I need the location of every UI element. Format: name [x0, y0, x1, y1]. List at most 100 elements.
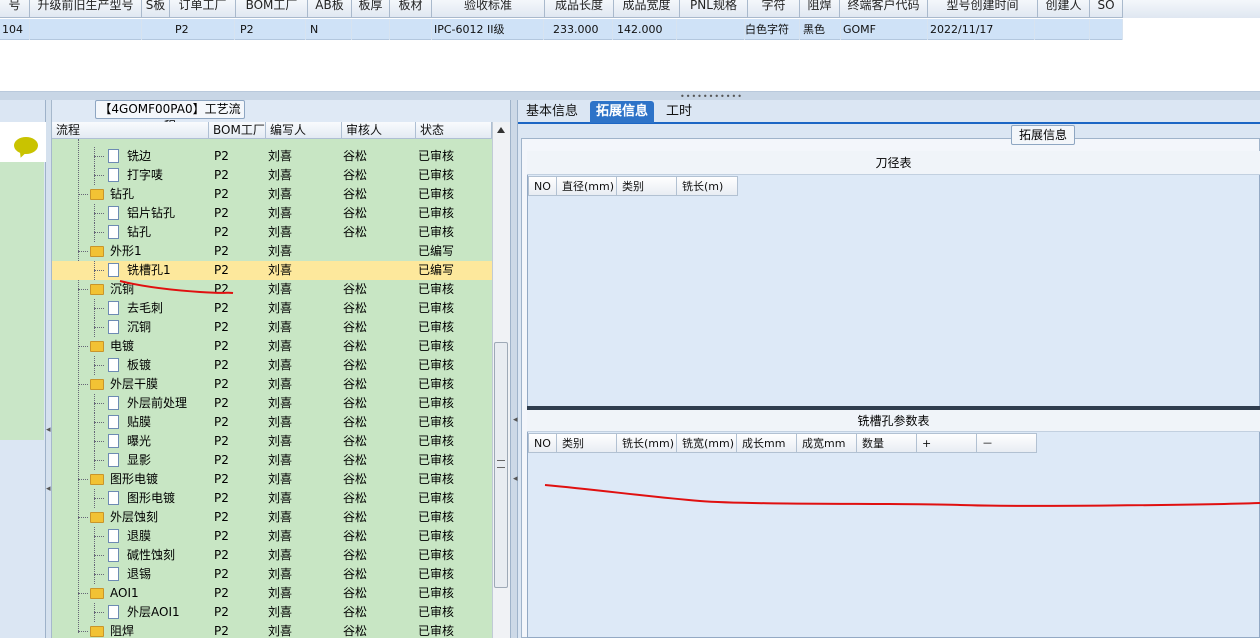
process-tree[interactable]: 铣边 P2 刘喜 谷松 已审核 打字唛 P2 刘喜 谷松 已审核 钻孔 P2 刘喜 谷松 已审核 铝片钻孔 P2… — [52, 139, 492, 638]
process-tree-row[interactable]: 外层前处理 P2 刘喜 谷松 已审核 — [52, 394, 492, 413]
process-tree-row[interactable]: 碱性蚀刻 P2 刘喜 谷松 已审核 — [52, 546, 492, 565]
process-flow-tab[interactable]: 【4GOMF00PA0】工艺流程 — [95, 100, 245, 133]
splitter-left-arrow-icon[interactable]: ◂ — [513, 415, 519, 425]
top-grid-cell[interactable] — [1038, 19, 1090, 40]
top-grid-col-header[interactable]: S板 — [142, 0, 170, 18]
status-cell: 已编写 — [418, 244, 455, 258]
process-tree-row[interactable]: 电镀 P2 刘喜 谷松 已审核 — [52, 337, 492, 356]
top-grid-cell[interactable]: 黑色 — [803, 19, 841, 40]
slot-col-header[interactable]: 铣宽(mm) — [677, 433, 737, 453]
process-tree-row[interactable]: 图形电镀 P2 刘喜 谷松 已审核 — [52, 470, 492, 489]
top-grid-col-header[interactable]: 创建人 — [1038, 0, 1090, 18]
process-tree-row[interactable]: 板镀 P2 刘喜 谷松 已审核 — [52, 356, 492, 375]
top-grid-cell[interactable]: 白色字符 — [745, 19, 800, 40]
tree-col-header[interactable]: 编写人 — [266, 122, 342, 139]
top-grid-cell[interactable]: P2 — [240, 19, 306, 40]
top-grid-col-header[interactable]: 型号创建时间 — [928, 0, 1038, 18]
slot-col-header[interactable]: 类别 — [557, 433, 617, 453]
process-tree-row[interactable]: 贴膜 P2 刘喜 谷松 已审核 — [52, 413, 492, 432]
process-tree-row[interactable]: 打字唛 P2 刘喜 谷松 已审核 — [52, 166, 492, 185]
top-grid-cell[interactable]: IPC-6012 II级 — [434, 19, 544, 40]
process-tree-row[interactable]: 显影 P2 刘喜 谷松 已审核 — [52, 451, 492, 470]
cutter-col-header[interactable]: 类别 — [617, 176, 677, 196]
top-grid-cell[interactable]: N — [310, 19, 352, 40]
reviewer-cell: 谷松 — [343, 548, 368, 562]
document-icon — [108, 548, 119, 562]
top-grid-col-header[interactable]: 字符 — [748, 0, 800, 18]
process-tree-row[interactable]: 外层蚀刻 P2 刘喜 谷松 已审核 — [52, 508, 492, 527]
top-grid-cell[interactable] — [30, 19, 142, 40]
top-grid-cell[interactable] — [1090, 19, 1123, 40]
process-tree-row[interactable]: 曝光 P2 刘喜 谷松 已审核 — [52, 432, 492, 451]
process-tree-row[interactable]: AOI1 P2 刘喜 谷松 已审核 — [52, 584, 492, 603]
process-tree-row[interactable]: 钻孔 P2 刘喜 谷松 已审核 — [52, 185, 492, 204]
scroll-up-icon[interactable] — [497, 127, 505, 133]
process-tree-row[interactable]: 去毛刺 P2 刘喜 谷松 已审核 — [52, 299, 492, 318]
top-grid-col-header[interactable]: 成品长度 — [545, 0, 614, 18]
slot-col-header[interactable]: + — [917, 433, 977, 453]
top-grid-col-header[interactable]: SO — [1090, 0, 1123, 18]
top-grid-col-header[interactable]: PNL规格 — [680, 0, 748, 18]
top-grid-cell[interactable]: P2 — [175, 19, 235, 40]
top-grid-cell[interactable]: 233.000 — [553, 19, 613, 40]
top-grid-cell[interactable] — [352, 19, 390, 40]
strip-left-arrow-icon[interactable]: ◂ — [46, 484, 52, 494]
tree-col-header[interactable]: BOM工厂 — [209, 122, 266, 139]
slot-col-header[interactable]: 数量 — [857, 433, 917, 453]
status-cell: 已审核 — [418, 529, 455, 543]
top-grid-cell[interactable]: GOMF — [843, 19, 928, 40]
left-strip-list[interactable] — [0, 162, 44, 440]
tab-work-hours[interactable]: 工时 — [660, 101, 698, 123]
top-grid-cell[interactable] — [390, 19, 432, 40]
process-tree-row[interactable]: 钻孔 P2 刘喜 谷松 已审核 — [52, 223, 492, 242]
tab-basic-info[interactable]: 基本信息 — [520, 101, 584, 123]
process-tree-row[interactable]: 沉铜 P2 刘喜 谷松 已审核 — [52, 280, 492, 299]
tree-col-header[interactable]: 审核人 — [342, 122, 416, 139]
cutter-col-header[interactable]: 铣长(m) — [677, 176, 738, 196]
top-grid-col-header[interactable]: 订单工厂 — [170, 0, 236, 18]
vertical-splitter[interactable] — [510, 100, 518, 638]
top-grid-selected-row[interactable]: 104 P2 P2 N IPC-6012 II级 233.000 142.000 白色字符 黑色… — [0, 19, 1123, 40]
process-tree-row[interactable]: 沉铜 P2 刘喜 谷松 已审核 — [52, 318, 492, 337]
top-grid-col-header[interactable]: 升级前旧生产型号 — [30, 0, 142, 18]
slot-col-header[interactable]: 铣长(mm) — [617, 433, 677, 453]
slot-col-header[interactable]: 成长mm — [737, 433, 797, 453]
process-tree-row[interactable]: 外形1 P2 刘喜 已编写 — [52, 242, 492, 261]
slot-col-header[interactable]: － — [977, 433, 1037, 453]
process-tree-row[interactable]: 退膜 P2 刘喜 谷松 已审核 — [52, 527, 492, 546]
process-tree-row[interactable]: 阻焊 P2 刘喜 谷松 已审核 — [52, 622, 492, 638]
top-grid-col-header[interactable]: 成品宽度 — [614, 0, 680, 18]
top-grid-col-header[interactable]: 终端客户代码 — [840, 0, 928, 18]
slot-col-header[interactable]: NO — [528, 433, 557, 453]
top-grid-col-header[interactable]: 板厚 — [352, 0, 390, 18]
top-grid-col-header[interactable]: 板材 — [390, 0, 432, 18]
top-grid-cell[interactable]: 104 — [2, 19, 30, 40]
process-tree-row[interactable]: 退锡 P2 刘喜 谷松 已审核 — [52, 565, 492, 584]
process-tree-row[interactable]: 图形电镀 P2 刘喜 谷松 已审核 — [52, 489, 492, 508]
cutter-col-header[interactable]: 直径(mm) — [557, 176, 617, 196]
tree-col-header[interactable]: 流程 — [52, 122, 209, 139]
splitter-left-arrow-icon[interactable]: ◂ — [513, 474, 519, 484]
cutter-col-header[interactable]: NO — [528, 176, 557, 196]
reviewer-cell: 谷松 — [343, 206, 368, 220]
top-grid-separator[interactable]: ••••••••••• — [0, 92, 1260, 101]
process-tree-row[interactable]: 铣边 P2 刘喜 谷松 已审核 — [52, 147, 492, 166]
process-tree-row[interactable]: 外层AOI1 P2 刘喜 谷松 已审核 — [52, 603, 492, 622]
bom-factory-cell: P2 — [214, 320, 229, 334]
top-grid-col-header[interactable]: BOM工厂 — [236, 0, 308, 18]
top-grid-col-header[interactable]: AB板 — [308, 0, 352, 18]
top-grid-col-header[interactable]: 号 — [0, 0, 30, 18]
tree-col-header[interactable]: 状态 — [416, 122, 492, 139]
top-grid-cell[interactable]: 2022/11/17 — [930, 19, 1035, 40]
tab-extended-info[interactable]: 拓展信息 — [590, 101, 655, 123]
process-tree-row[interactable]: 铣槽孔1 P2 刘喜 已编写 — [52, 261, 492, 280]
top-grid-cell[interactable] — [680, 19, 745, 40]
process-tree-row[interactable]: 外层干膜 P2 刘喜 谷松 已审核 — [52, 375, 492, 394]
top-grid-col-header[interactable]: 阻焊 — [800, 0, 840, 18]
top-grid-cell[interactable]: 142.000 — [617, 19, 677, 40]
writer-cell: 刘喜 — [268, 339, 293, 353]
process-tree-row[interactable]: 铝片钻孔 P2 刘喜 谷松 已审核 — [52, 204, 492, 223]
top-grid-col-header[interactable]: 验收标准 — [432, 0, 545, 18]
strip-left-arrow-icon[interactable]: ◂ — [46, 425, 52, 435]
slot-col-header[interactable]: 成宽mm — [797, 433, 857, 453]
